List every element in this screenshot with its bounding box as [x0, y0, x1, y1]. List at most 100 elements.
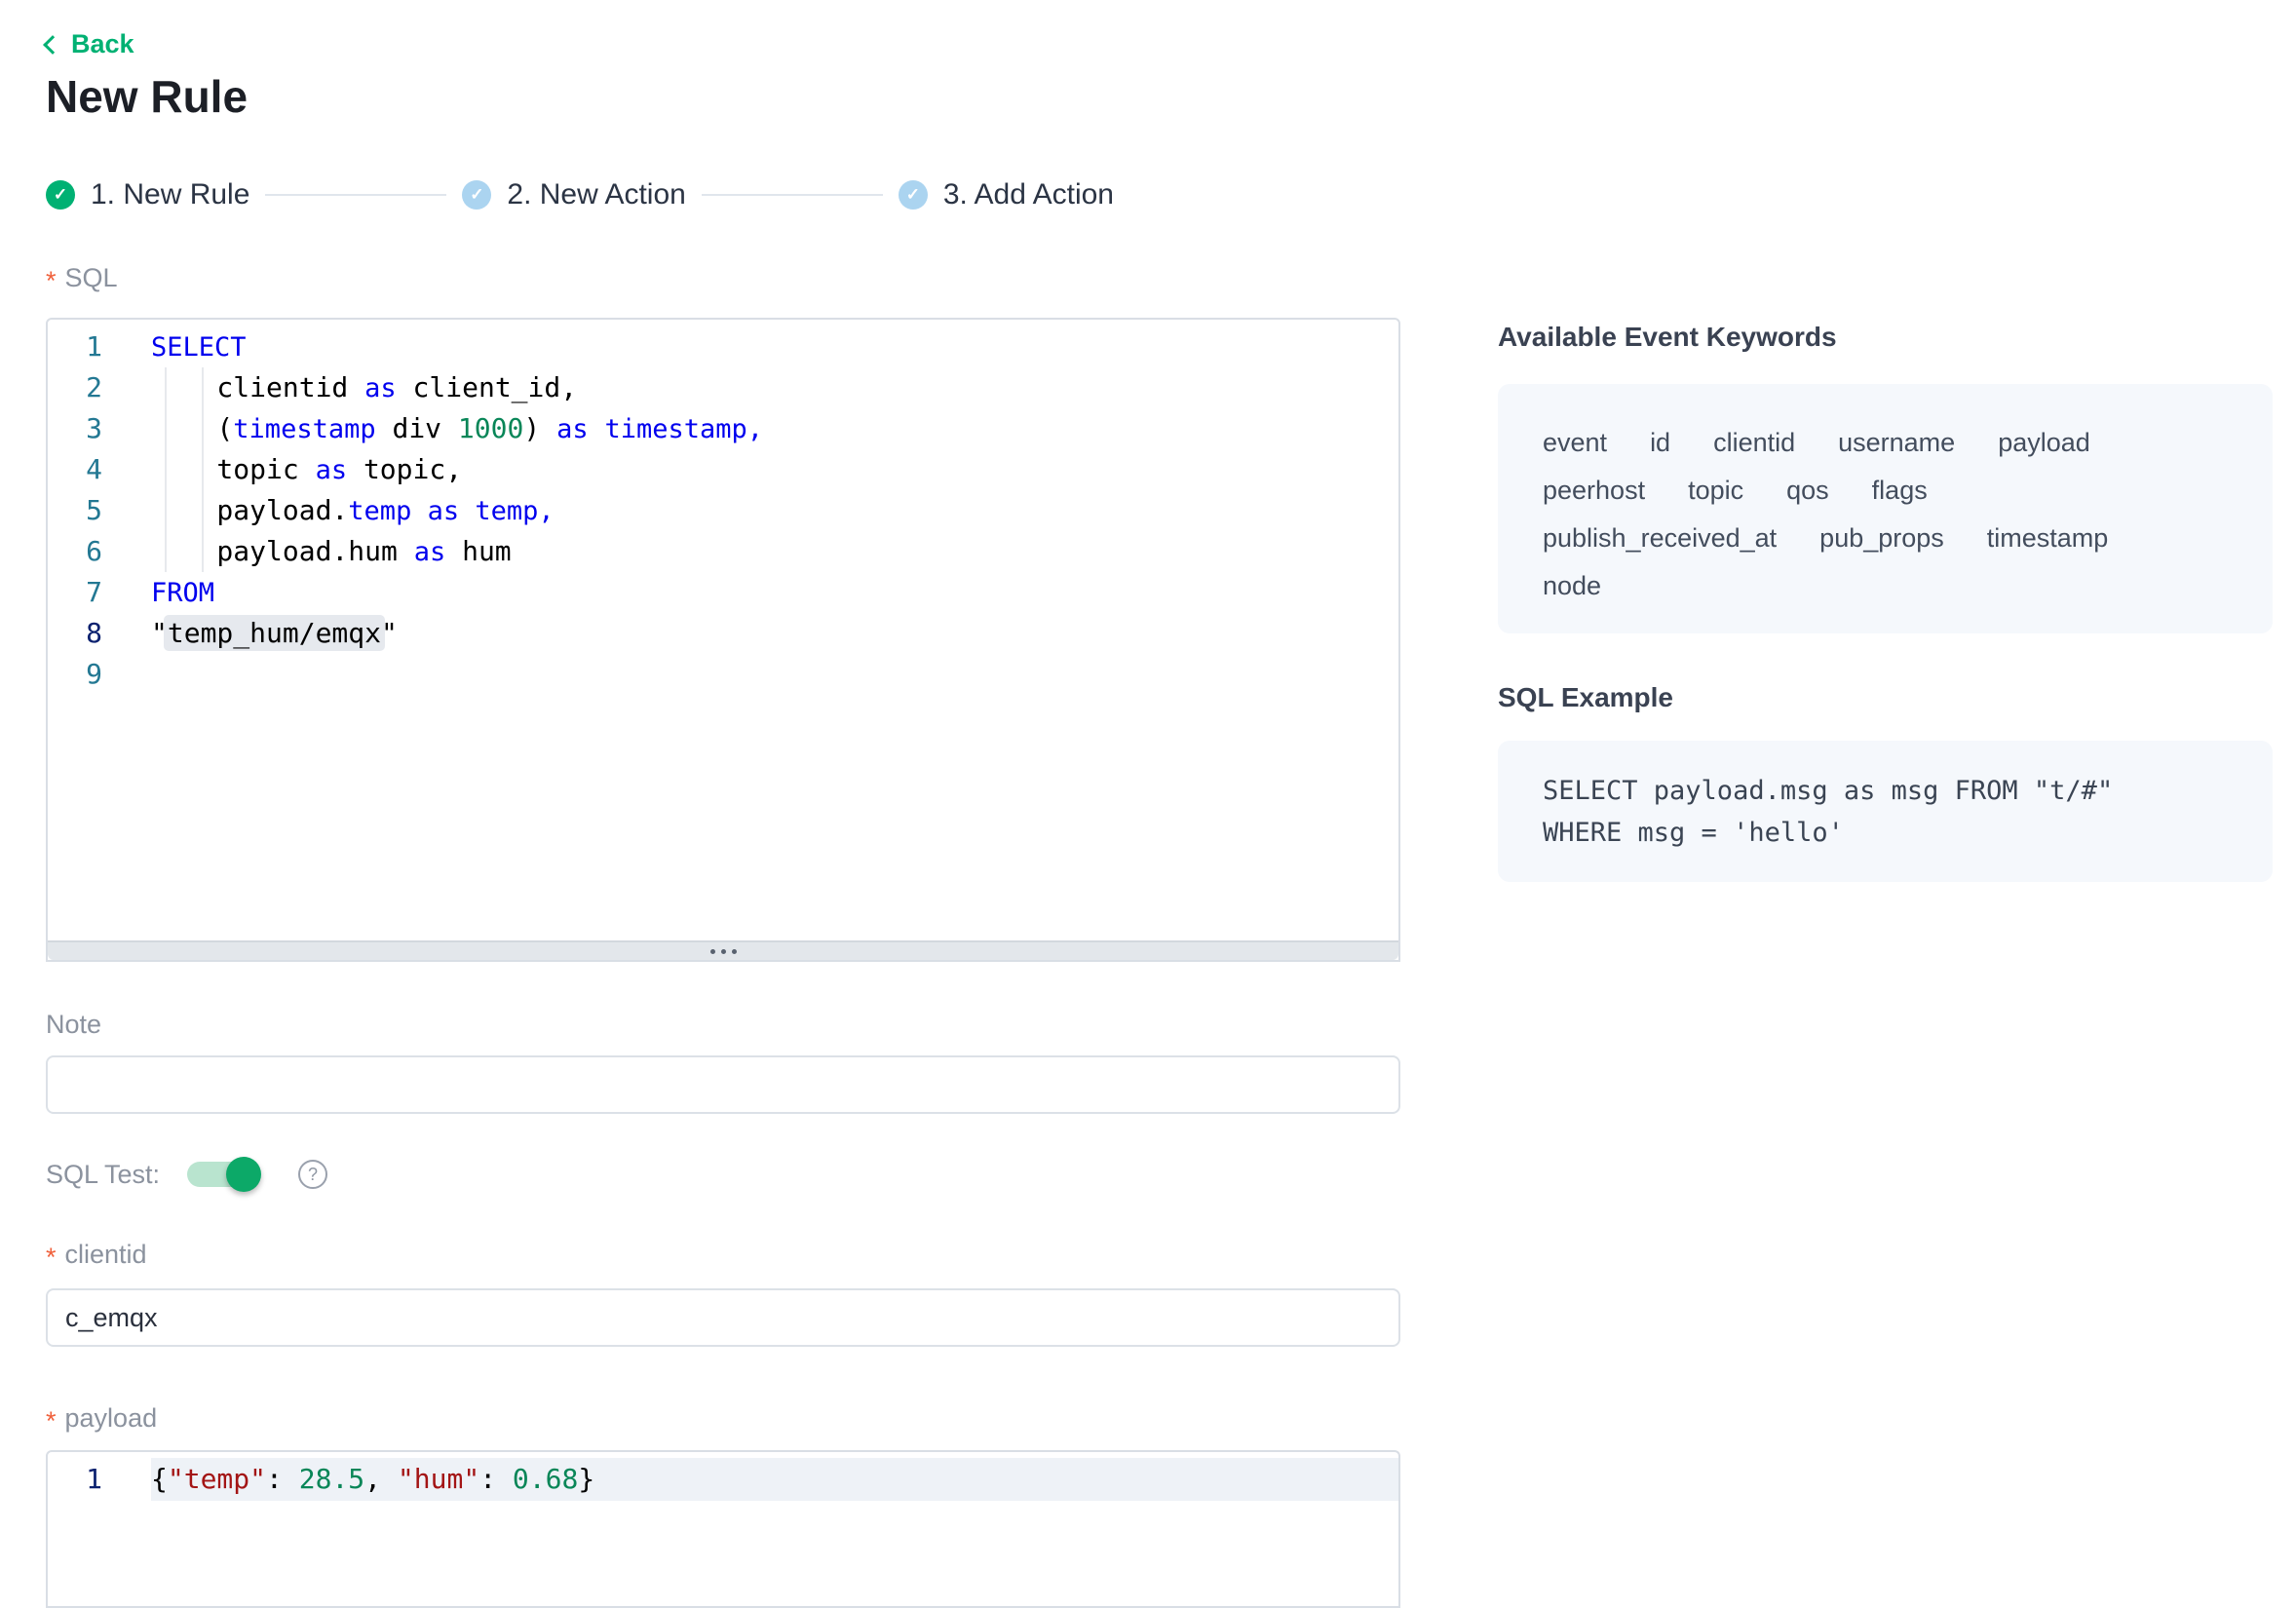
code-content[interactable]: {"temp": 28.5, "hum": 0.68} [151, 1458, 1398, 1501]
indent-guide [165, 367, 167, 572]
code-token: topic [151, 453, 316, 485]
code-content[interactable]: clientid as client_id, [151, 367, 1398, 408]
code-token: 1000 [458, 412, 523, 444]
page-title: New Rule [46, 70, 248, 123]
indent-guide [202, 367, 204, 572]
payload-field-label: * payload [46, 1403, 157, 1434]
code-content[interactable]: (timestamp div 1000) as timestamp, [151, 408, 1398, 449]
help-icon[interactable]: ? [298, 1160, 327, 1189]
code-line-5[interactable]: 5 payload.temp as temp, [48, 490, 1398, 531]
back-link[interactable]: Back [46, 29, 134, 59]
required-asterisk: * [46, 266, 57, 296]
sql-example-line: SELECT payload.msg as msg FROM "t/#" [1543, 770, 2228, 812]
back-chevron-icon [43, 35, 62, 55]
sql-editor[interactable]: 1SELECT2 clientid as client_id,3 (timest… [46, 318, 1400, 962]
code-content[interactable]: topic as topic, [151, 449, 1398, 490]
stepper-step-1[interactable]: ✓ 1. New Rule [46, 178, 249, 211]
step-check-icon: ✓ [899, 180, 928, 210]
line-number: 7 [48, 572, 102, 613]
code-token: SELECT [151, 332, 247, 363]
line-number: 4 [48, 449, 102, 490]
stepper: ✓1. New Rule✓2. New Action✓3. Add Action [46, 179, 1114, 211]
stepper-step-2[interactable]: ✓2. New Action [462, 178, 685, 211]
stepper-step-3[interactable]: ✓ 3. Add Action [899, 178, 1114, 211]
keyword-payload[interactable]: payload [1998, 419, 2090, 467]
keyword-row: peerhost topic qos flags [1543, 467, 2228, 515]
step-check-icon: ✓ [462, 180, 491, 210]
resize-dots-icon [732, 949, 737, 954]
code-token: ) [523, 412, 556, 444]
resize-dots-icon [721, 949, 726, 954]
keyword-clientid[interactable]: clientid [1713, 419, 1795, 467]
code-line-2[interactable]: 2 clientid as client_id, [48, 367, 1398, 408]
sql-field-label: * SQL [46, 263, 118, 293]
sql-test-label: SQL Test: [46, 1160, 160, 1190]
line-number: 6 [48, 531, 102, 572]
code-content[interactable]: FROM [151, 572, 1398, 613]
code-token [589, 412, 605, 444]
keyword-node[interactable]: node [1543, 562, 1601, 610]
code-content[interactable]: payload.temp as temp, [151, 490, 1398, 531]
keyword-row: eventid clientid username payload [1543, 419, 2228, 467]
code-token: payload.hum [151, 535, 414, 567]
line-number: 2 [48, 367, 102, 408]
code-line-3[interactable]: 3 (timestamp div 1000) as timestamp, [48, 408, 1398, 449]
keyword-row: node [1543, 562, 2228, 610]
step-label: 3. Add Action [943, 178, 1114, 211]
step-label: 1. New Rule [91, 178, 249, 211]
step-connector [702, 194, 883, 196]
code-line-7[interactable]: 7 FROM [48, 572, 1398, 613]
code-token: 28.5 [299, 1463, 364, 1495]
code-token: hum [445, 535, 511, 567]
line-number: 1 [48, 326, 102, 367]
note-input[interactable] [46, 1055, 1400, 1114]
note-field-label: Note [46, 1010, 101, 1040]
code-token: : [266, 1463, 299, 1495]
step-check-icon: ✓ [46, 180, 75, 210]
sql-editor-code-area[interactable]: 1SELECT2 clientid as client_id,3 (timest… [48, 320, 1398, 940]
keyword-peerhost[interactable]: peerhost [1543, 467, 1645, 515]
keyword-id[interactable]: id [1650, 419, 1670, 467]
code-line-1[interactable]: 1{"temp": 28.5, "hum": 0.68} [48, 1458, 1398, 1501]
code-line-8[interactable]: 8"temp_hum/emqx" [48, 613, 1398, 654]
code-token: as [364, 373, 397, 403]
keyword-qos[interactable]: qos [1786, 467, 1829, 515]
code-token: as [316, 455, 348, 485]
code-content[interactable]: payload.hum as hum [151, 531, 1398, 572]
code-content[interactable] [151, 654, 1398, 695]
payload-editor[interactable]: 1{"temp": 28.5, "hum": 0.68} [46, 1450, 1400, 1608]
keywords-panel: eventid clientid username payload peerhost to… [1498, 384, 2273, 633]
code-line-1[interactable]: 1 SELECT [48, 326, 1398, 367]
code-token: clientid [151, 371, 364, 403]
sql-editor-resize-handle[interactable] [48, 940, 1398, 960]
line-number: 3 [48, 408, 102, 449]
keyword-event[interactable]: event [1543, 419, 1607, 467]
keyword-topic[interactable]: topic [1688, 467, 1743, 515]
toggle-knob [226, 1157, 261, 1192]
required-asterisk: * [46, 1406, 57, 1436]
keyword-row: publish_received_at pub_props timestamp [1543, 515, 2228, 562]
keyword-timestamp[interactable]: timestamp [1987, 515, 2109, 562]
code-token: as [414, 537, 446, 567]
keyword-publish_received_at[interactable]: publish_received_at [1543, 515, 1777, 562]
keyword-pub_props[interactable]: pub_props [1819, 515, 1944, 562]
note-label-text: Note [46, 1010, 101, 1040]
keyword-username[interactable]: username [1838, 419, 1955, 467]
keyword-flags[interactable]: flags [1872, 467, 1928, 515]
code-token: " [381, 617, 398, 649]
code-line-9[interactable]: 9 [48, 654, 1398, 695]
code-token: as [556, 414, 589, 444]
code-content[interactable]: "temp_hum/emqx" [151, 613, 1398, 654]
code-line-6[interactable]: 6 payload.hum as hum [48, 531, 1398, 572]
sql-example-title: SQL Example [1498, 682, 1673, 713]
back-label: Back [71, 29, 134, 59]
code-token: temp_hum/emqx [164, 615, 385, 651]
code-line-4[interactable]: 4 topic as topic, [48, 449, 1398, 490]
code-token: "hum" [398, 1463, 479, 1495]
payload-label-text: payload [65, 1403, 158, 1434]
payload-editor-code-area[interactable]: 1{"temp": 28.5, "hum": 0.68} [48, 1452, 1398, 1606]
code-content[interactable]: SELECT [151, 326, 1398, 367]
sql-test-row: SQL Test: ? [46, 1156, 327, 1193]
clientid-input[interactable] [46, 1288, 1400, 1347]
sql-test-toggle[interactable] [187, 1162, 259, 1187]
